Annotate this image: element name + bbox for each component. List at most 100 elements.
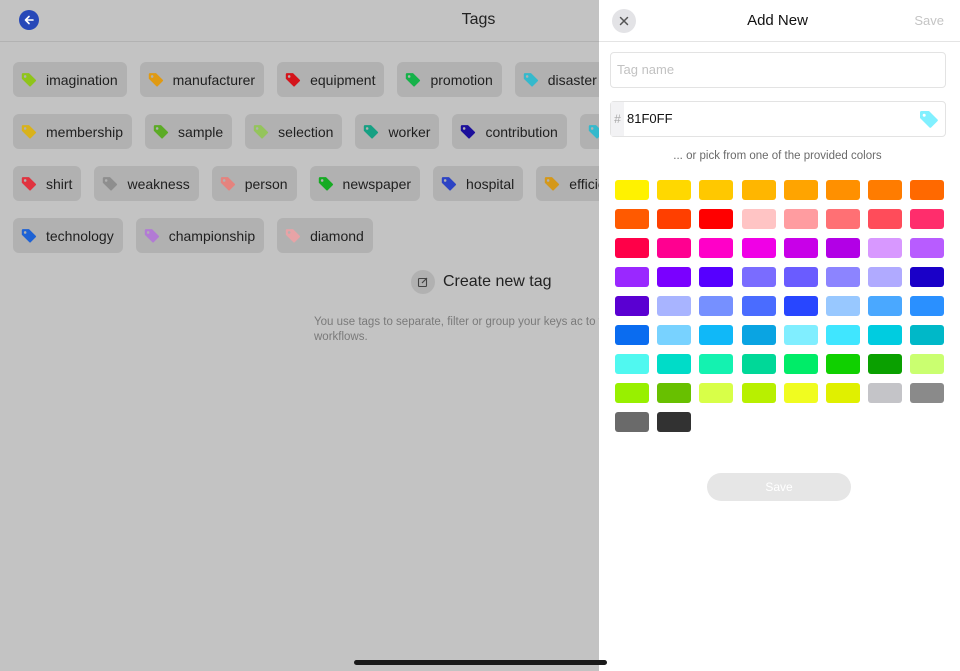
color-swatch[interactable] — [741, 354, 776, 374]
color-swatch[interactable] — [826, 296, 860, 316]
color-swatch[interactable] — [699, 209, 734, 229]
tag-chip[interactable]: manufacturer — [139, 62, 265, 97]
tag-chip[interactable]: sample — [145, 114, 233, 149]
color-swatch[interactable] — [826, 354, 860, 374]
tag-icon — [318, 177, 333, 191]
color-swatch[interactable] — [699, 296, 734, 316]
color-swatch[interactable] — [615, 383, 649, 403]
save-button[interactable]: Save — [707, 473, 851, 501]
color-swatch[interactable] — [868, 354, 903, 374]
tag-chip[interactable]: newspaper — [309, 166, 421, 201]
color-swatch[interactable] — [868, 325, 903, 345]
color-swatch[interactable] — [657, 267, 692, 287]
color-swatch[interactable] — [615, 296, 649, 316]
color-swatch[interactable] — [657, 325, 692, 345]
color-swatch[interactable] — [615, 325, 649, 345]
color-swatch[interactable] — [783, 325, 818, 345]
color-swatch[interactable] — [783, 296, 818, 316]
tag-chip[interactable]: imagination — [13, 62, 127, 97]
color-swatch[interactable] — [699, 180, 734, 200]
tag-label: manufacturer — [172, 71, 256, 88]
color-swatch[interactable] — [826, 267, 860, 287]
color-swatch[interactable] — [657, 354, 692, 374]
header-save-button[interactable]: Save — [914, 13, 944, 28]
color-swatch[interactable] — [741, 296, 776, 316]
color-swatch[interactable] — [615, 267, 649, 287]
tag-chip[interactable]: worker — [355, 114, 440, 149]
color-swatch[interactable] — [826, 383, 860, 403]
color-swatch[interactable] — [699, 325, 734, 345]
color-swatch[interactable] — [868, 383, 903, 403]
color-swatch[interactable] — [868, 238, 903, 258]
tag-chip[interactable]: person — [211, 166, 297, 201]
color-swatch[interactable] — [910, 354, 945, 374]
color-swatch[interactable] — [868, 209, 903, 229]
color-swatch[interactable] — [910, 296, 945, 316]
color-swatch[interactable] — [741, 325, 776, 345]
color-swatch[interactable] — [826, 238, 860, 258]
color-swatch[interactable] — [615, 180, 649, 200]
color-swatch[interactable] — [868, 267, 903, 287]
tag-name-input[interactable]: Tag name — [610, 52, 946, 88]
color-swatch[interactable] — [615, 209, 649, 229]
color-swatch[interactable] — [741, 180, 776, 200]
tag-chip[interactable]: equipment — [277, 62, 385, 97]
color-swatch[interactable] — [699, 354, 734, 374]
color-swatch[interactable] — [783, 180, 818, 200]
color-swatch[interactable] — [741, 267, 776, 287]
tag-icon — [285, 229, 301, 243]
color-swatch[interactable] — [615, 354, 649, 374]
tag-label: weakness — [127, 175, 190, 192]
tag-chip[interactable]: selection — [245, 114, 343, 149]
color-swatch[interactable] — [783, 267, 818, 287]
tag-chip[interactable]: hospital — [433, 166, 524, 201]
color-swatch[interactable] — [741, 383, 776, 403]
tag-label: imagination — [46, 71, 118, 88]
color-swatch[interactable] — [910, 238, 945, 258]
tag-chip[interactable] — [579, 114, 600, 149]
tag-chip[interactable]: contribution — [452, 114, 567, 149]
color-swatch[interactable] — [699, 267, 734, 287]
color-swatch[interactable] — [826, 180, 860, 200]
tag-chip[interactable]: technology — [13, 218, 123, 253]
color-swatch[interactable] — [657, 180, 692, 200]
tag-chip[interactable]: efficien — [536, 166, 600, 201]
tag-chip[interactable]: shirt — [13, 166, 82, 201]
tag-chip[interactable]: disaster — [514, 62, 600, 97]
color-swatch[interactable] — [826, 209, 860, 229]
color-swatch[interactable] — [615, 412, 649, 432]
color-swatch[interactable] — [910, 180, 945, 200]
color-swatch[interactable] — [783, 238, 818, 258]
color-swatch[interactable] — [657, 383, 692, 403]
color-swatch[interactable] — [826, 325, 860, 345]
color-swatch[interactable] — [699, 383, 734, 403]
color-swatch[interactable] — [699, 238, 734, 258]
color-swatch[interactable] — [657, 238, 692, 258]
color-swatch[interactable] — [910, 267, 945, 287]
color-swatch[interactable] — [910, 383, 945, 403]
color-swatch[interactable] — [910, 325, 945, 345]
tag-chip[interactable]: diamond — [277, 218, 373, 253]
tag-icon — [441, 177, 457, 191]
color-swatch[interactable] — [657, 296, 692, 316]
tag-chip[interactable]: championship — [135, 218, 265, 253]
tag-icon — [21, 177, 37, 191]
tags-page: Tags imagination manufacturer equipment pro… — [0, 0, 600, 671]
color-hex-field[interactable]: # 81F0FF — [610, 101, 946, 137]
panel-title: Add New — [747, 12, 808, 29]
tag-chip[interactable]: weakness — [94, 166, 199, 201]
color-swatch[interactable] — [657, 412, 692, 432]
create-new-tag-button[interactable]: Create new tag — [411, 270, 552, 294]
color-swatch[interactable] — [910, 209, 945, 229]
color-swatch[interactable] — [868, 296, 903, 316]
color-swatch[interactable] — [741, 209, 776, 229]
color-swatch[interactable] — [783, 383, 818, 403]
tag-chip[interactable]: promotion — [397, 62, 502, 97]
color-swatch[interactable] — [783, 354, 818, 374]
color-swatch[interactable] — [783, 209, 818, 229]
color-swatch[interactable] — [741, 238, 776, 258]
tag-chip[interactable]: membership — [13, 114, 133, 149]
color-swatch[interactable] — [615, 238, 649, 258]
color-swatch[interactable] — [657, 209, 692, 229]
color-swatch[interactable] — [868, 180, 903, 200]
